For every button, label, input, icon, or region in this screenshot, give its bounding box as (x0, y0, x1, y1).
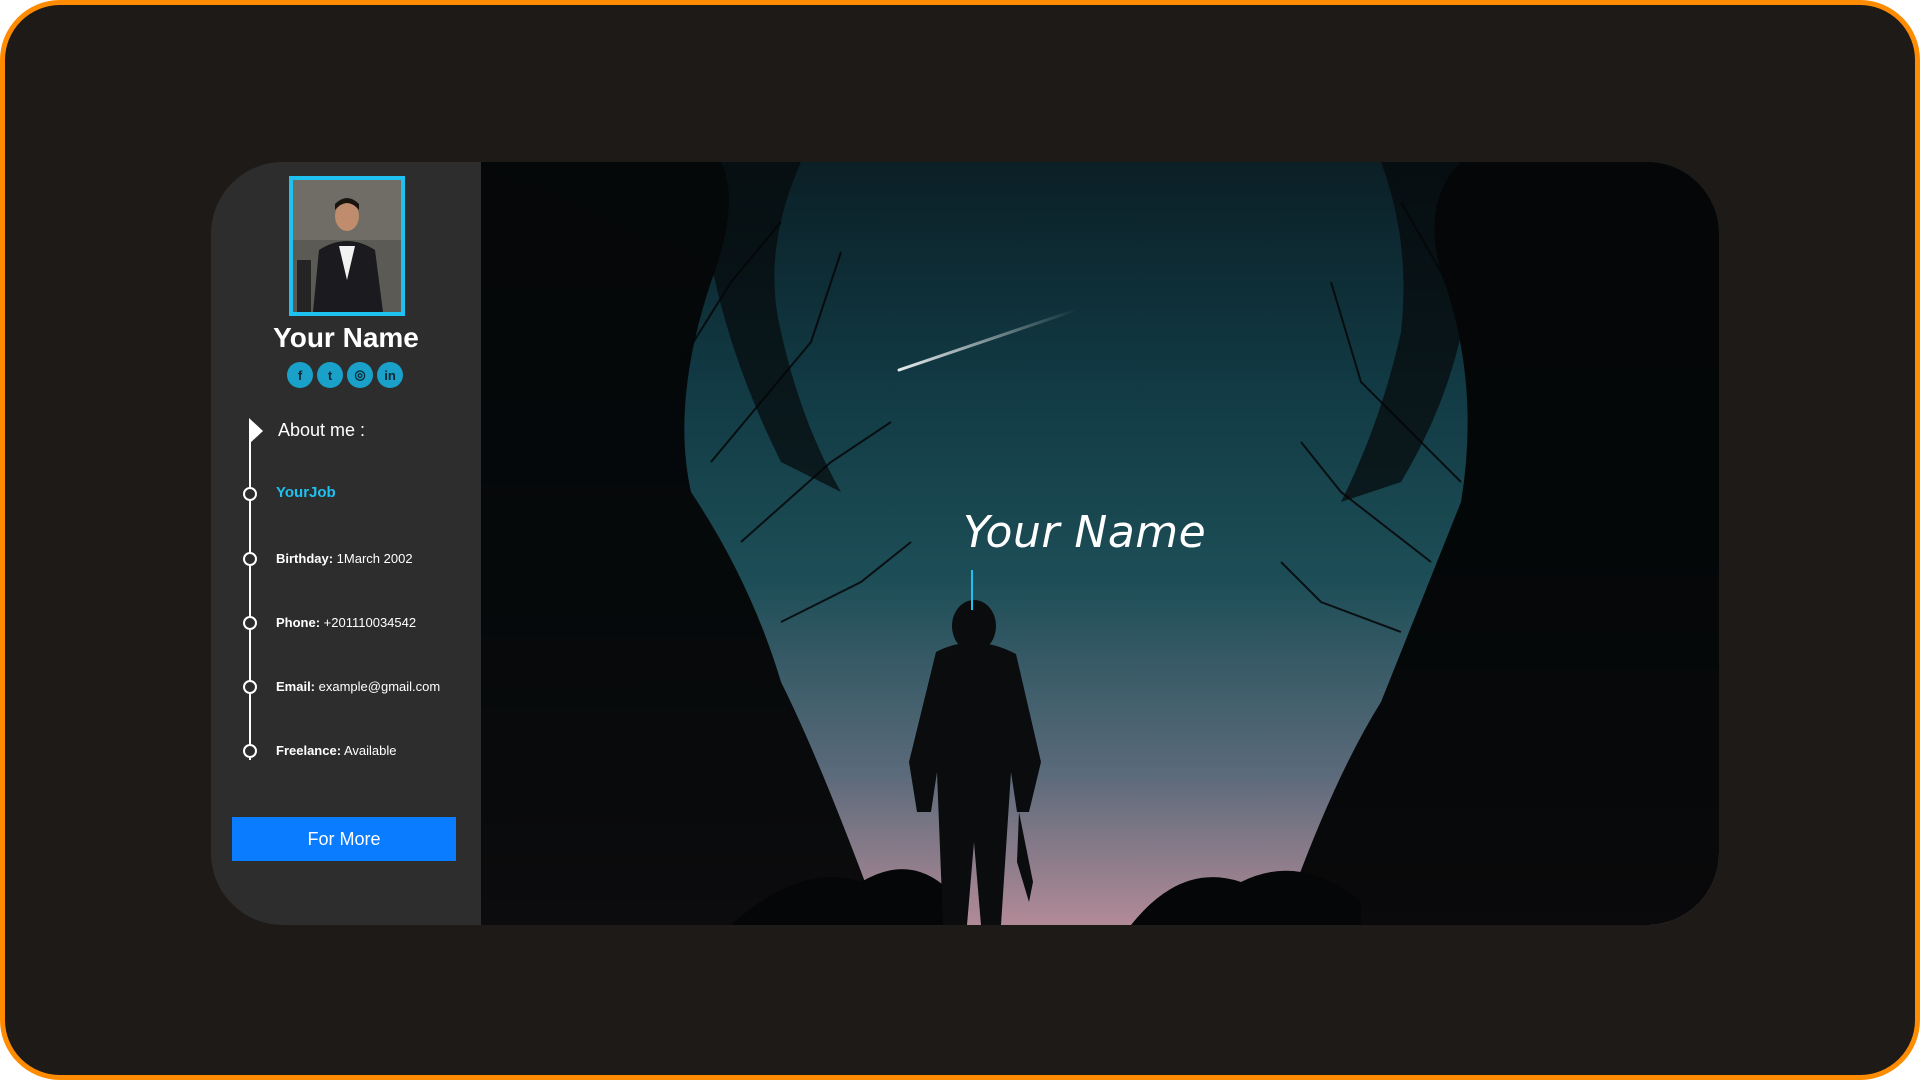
phone-row: Phone: +201110034542 (276, 615, 416, 630)
timeline-dot (243, 616, 257, 630)
birthday-row: Birthday: 1March 2002 (276, 551, 413, 566)
email-label: Email: (276, 679, 316, 694)
timeline-dot (243, 744, 257, 758)
freelance-label: Freelance: (276, 743, 342, 758)
email-row: Email: example@gmail.com (276, 679, 440, 694)
phone-label: Phone: (276, 615, 321, 630)
play-arrow-icon (249, 418, 263, 444)
birthday-value: 1March 2002 (333, 551, 413, 566)
timeline-dot (243, 680, 257, 694)
hero-banner: Your Name (481, 162, 1719, 925)
linkedin-icon[interactable]: in (377, 362, 403, 388)
timeline-line (249, 424, 251, 760)
timeline-dot (243, 552, 257, 566)
birthday-label: Birthday: (276, 551, 334, 566)
text-cursor (971, 570, 973, 610)
freelance-row: Freelance: Available (276, 743, 396, 758)
window-frame: Your Name f t ◎ in About me : YourJob Bi… (0, 0, 1920, 1080)
facebook-icon[interactable]: f (287, 362, 313, 388)
job-title: YourJob (276, 484, 336, 501)
profile-card: Your Name f t ◎ in About me : YourJob Bi… (211, 162, 1719, 925)
instagram-icon[interactable]: ◎ (347, 362, 373, 388)
phone-value: +201110034542 (320, 615, 417, 630)
twitter-icon[interactable]: t (317, 362, 343, 388)
avatar (289, 176, 405, 316)
for-more-button[interactable]: For More (232, 817, 456, 861)
freelance-value: Available (341, 743, 397, 758)
sidebar: Your Name f t ◎ in About me : YourJob Bi… (211, 162, 481, 925)
timeline-dot (243, 487, 257, 501)
about-heading: About me : (278, 420, 366, 440)
email-value: example@gmail.com (315, 679, 441, 694)
social-links: f t ◎ in (287, 362, 403, 388)
profile-name: Your Name (273, 322, 419, 353)
hero-title: Your Name (963, 507, 1207, 558)
